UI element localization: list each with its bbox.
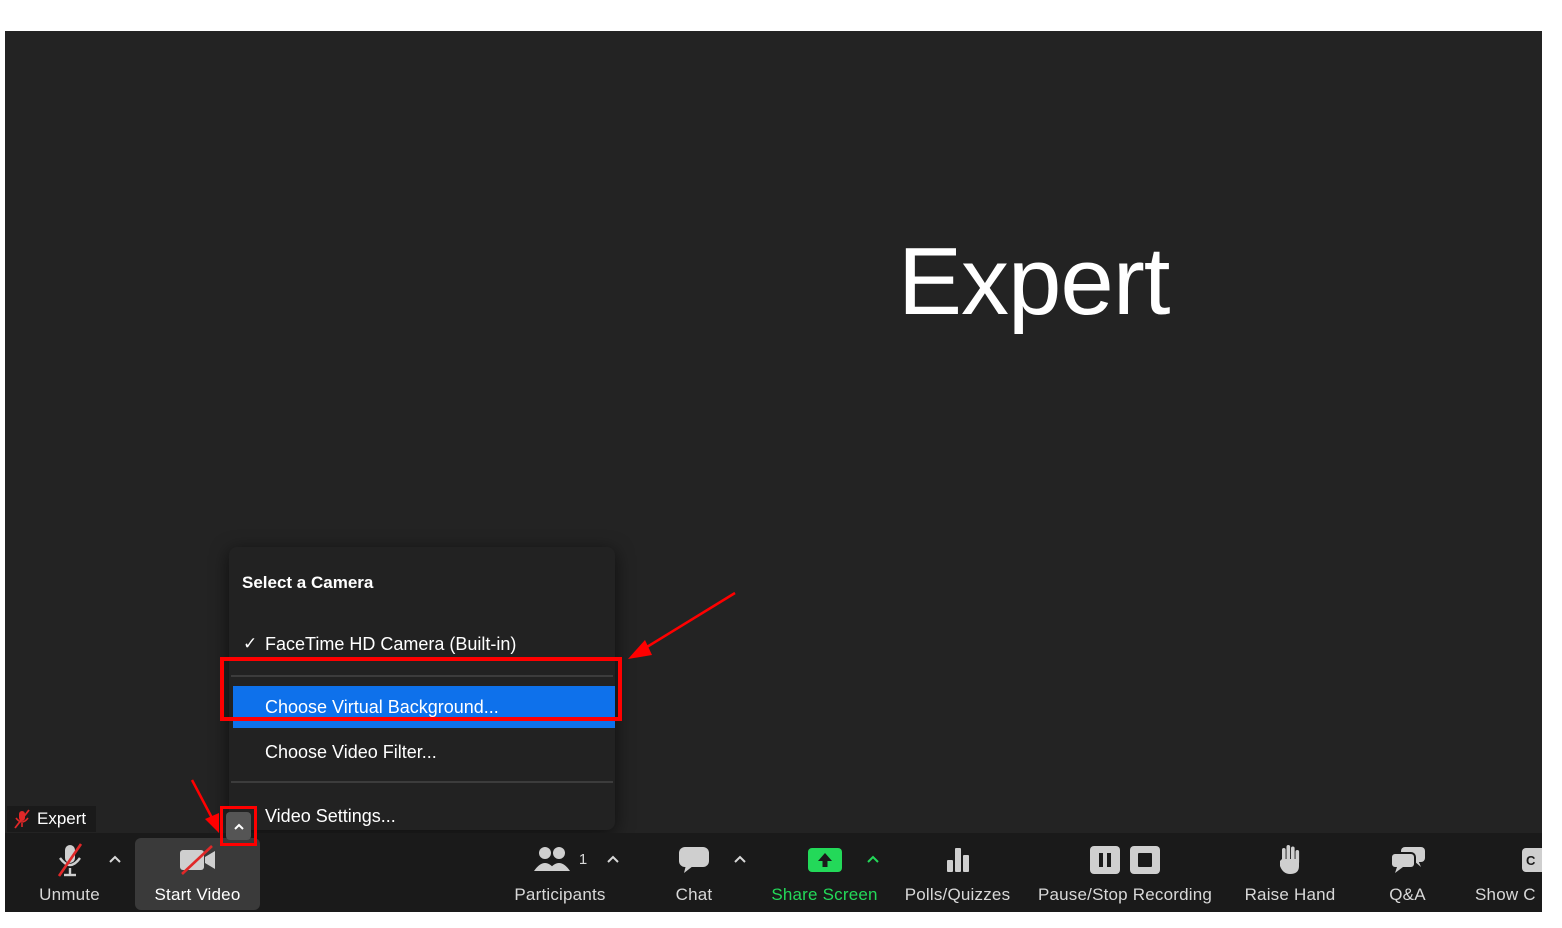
start-video-label: Start Video [154, 885, 241, 904]
raise-hand-button[interactable]: Raise Hand [1240, 833, 1340, 912]
pause-stop-icon [1088, 841, 1162, 879]
participants-button[interactable]: 1 Participants [505, 833, 615, 912]
bar-chart-icon [943, 841, 973, 879]
video-settings-item[interactable]: Video Settings... [229, 795, 615, 837]
share-screen-label: Share Screen [771, 885, 878, 904]
captions-icon: C [1521, 841, 1542, 879]
meeting-window: Expert Expert Select a Camera ✓ FaceTime… [5, 31, 1542, 912]
chat-label: Chat [675, 885, 713, 904]
share-screen-icon [807, 841, 843, 879]
participants-icon: 1 [533, 841, 587, 879]
annotation-caret-highlight-box [220, 806, 257, 846]
checkmark-icon: ✓ [243, 634, 258, 653]
show-captions-button[interactable]: C Show C [1475, 833, 1542, 912]
name-tag-label: Expert [37, 809, 87, 828]
video-filter-label: Choose Video Filter... [265, 741, 437, 762]
audio-options-caret[interactable] [108, 851, 122, 865]
chevron-up-icon [867, 855, 879, 863]
video-off-icon [178, 841, 218, 879]
unmute-label: Unmute [39, 885, 100, 904]
camera-option-label: FaceTime HD Camera (Built-in) [265, 633, 517, 654]
speaker-display-name: Expert [898, 228, 1170, 335]
polls-quizzes-button[interactable]: Polls/Quizzes [900, 833, 1015, 912]
raise-hand-label: Raise Hand [1244, 885, 1336, 904]
chat-icon [678, 841, 710, 879]
qa-button[interactable]: Q&A [1380, 833, 1435, 912]
polls-label: Polls/Quizzes [904, 885, 1011, 904]
chevron-up-icon [109, 855, 121, 863]
pause-stop-recording-button[interactable]: Pause/Stop Recording [1035, 833, 1215, 912]
chat-options-caret[interactable] [733, 851, 747, 865]
recording-label: Pause/Stop Recording [1037, 885, 1213, 904]
unmute-button[interactable]: Unmute [32, 833, 107, 912]
muted-mic-icon [14, 809, 30, 829]
menu-divider [231, 781, 613, 783]
muted-mic-icon [55, 841, 85, 879]
hand-icon [1276, 841, 1304, 879]
share-screen-button[interactable]: Share Screen [767, 833, 882, 912]
choose-video-filter-item[interactable]: Choose Video Filter... [229, 731, 615, 773]
qa-icon [1389, 841, 1427, 879]
svg-text:C: C [1526, 853, 1536, 868]
participant-name-tag: Expert [7, 806, 97, 832]
camera-menu-heading: Select a Camera [242, 573, 374, 592]
annotation-highlight-box [220, 657, 622, 721]
chevron-up-icon [607, 855, 619, 863]
participants-label: Participants [514, 885, 606, 904]
chat-button[interactable]: Chat [665, 833, 723, 912]
participants-options-caret[interactable] [606, 851, 620, 865]
share-options-caret[interactable] [866, 851, 880, 865]
participants-count: 1 [578, 850, 588, 868]
video-settings-label: Video Settings... [265, 805, 396, 826]
show-captions-label: Show C [1475, 885, 1536, 904]
chevron-up-icon [734, 855, 746, 863]
qa-label: Q&A [1389, 885, 1426, 904]
